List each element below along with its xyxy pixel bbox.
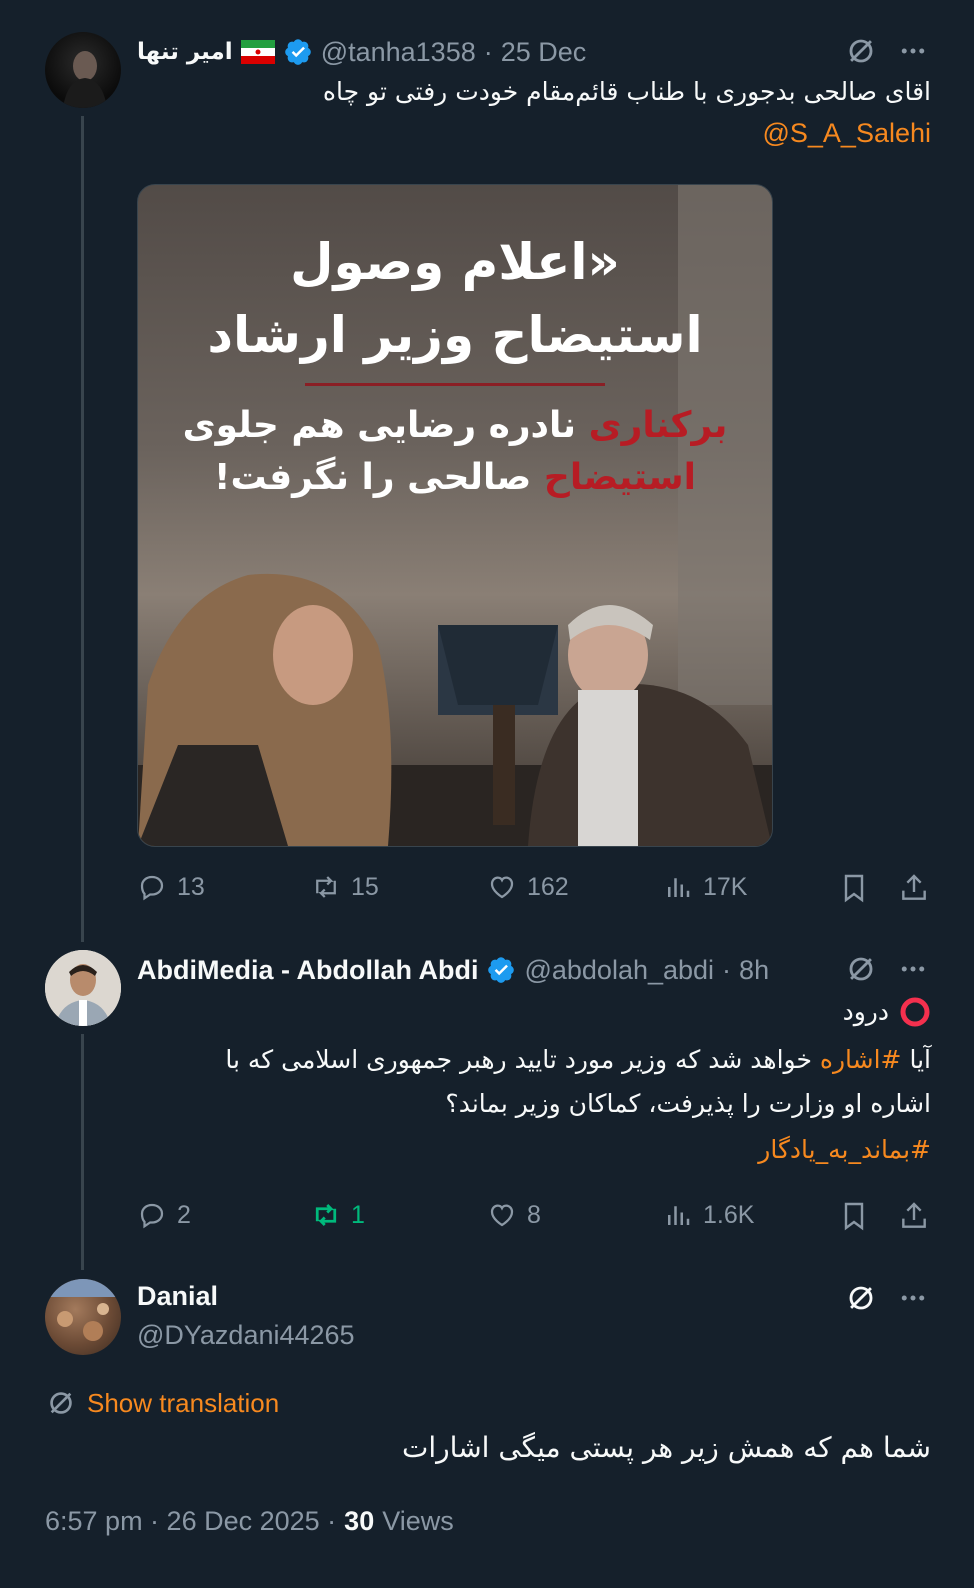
like-icon (490, 876, 514, 899)
image-headline-1: «اعلام وصول (290, 233, 620, 291)
avatar-tweet-2[interactable] (45, 950, 121, 1026)
show-translation-button[interactable]: Show translation (45, 1387, 279, 1419)
hashtag-link[interactable]: #بماند_به_یادگار (137, 1128, 931, 1172)
tweet-2-line-2: اشاره او وزارت را پذیرفت، کماکان وزیر بم… (445, 1089, 931, 1118)
tweet-2-greeting: درود (137, 990, 931, 1034)
views-button[interactable]: 1.6K (663, 1200, 754, 1230)
reply-count: 13 (177, 872, 205, 901)
show-translation-label: Show translation (87, 1387, 280, 1418)
author-handle[interactable]: @abdolah_abdi (524, 955, 714, 986)
reply-count: 2 (177, 1200, 191, 1229)
retweet-button[interactable]: 1 (311, 1200, 365, 1230)
separator-dot: · (483, 36, 493, 67)
more-icon[interactable] (896, 954, 930, 984)
views-count: 30 (344, 1506, 375, 1536)
tweet-2-line-1: آیا #اشاره خواهد شد که وزیر مورد تایید ر… (137, 1038, 931, 1082)
avatar-tweet-1[interactable] (45, 32, 121, 108)
retweet-count: 1 (351, 1200, 365, 1229)
share-icon[interactable] (898, 872, 930, 904)
line1-post: خواهد شد که وزیر مورد تایید رهبر جمهوری … (225, 1045, 812, 1074)
tweet-3-text: شما هم که همش زیر هر پستی میگی اشارات (402, 1431, 931, 1464)
reply-icon (140, 875, 164, 901)
thread-line (81, 116, 84, 942)
more-icon[interactable] (896, 36, 930, 66)
reply-button[interactable]: 2 (137, 1200, 191, 1230)
timestamp[interactable]: 6:57 pm · 26 Dec 2025 · (45, 1506, 336, 1537)
hashtag-link[interactable]: #اشاره (820, 1045, 902, 1074)
tweet-image[interactable]: «اعلام وصول استیضاح وزیر ارشاد برکناری ن… (137, 184, 773, 847)
views-icon (668, 1206, 690, 1225)
author-name[interactable]: امیر تنها (137, 39, 233, 65)
grok-icon[interactable] (844, 952, 878, 986)
reply-icon (140, 1203, 164, 1229)
tweet-date[interactable]: 25 Dec (501, 37, 587, 68)
like-button[interactable]: 162 (487, 872, 569, 902)
avatar-tweet-3[interactable] (45, 1279, 121, 1355)
retweet-icon (315, 1204, 337, 1226)
verified-badge-icon[interactable] (283, 37, 313, 67)
image-sub-1-white: نادره رضایی هم جلوی (182, 405, 577, 446)
views-label: Views (382, 1506, 454, 1536)
thread-line (81, 1034, 84, 1270)
views-icon (668, 878, 690, 897)
more-icon[interactable] (896, 1283, 930, 1313)
reply-button[interactable]: 13 (137, 872, 205, 902)
grok-icon[interactable] (844, 1281, 878, 1315)
red-circle-icon (900, 997, 930, 1027)
tweet-3-meta: 6:57 pm · 26 Dec 2025 · 30 Views (45, 1506, 454, 1537)
like-icon (490, 1204, 514, 1227)
iran-flag-icon (240, 40, 275, 64)
image-sub-2-white: صالحی را نگرفت! (214, 457, 532, 498)
views-button[interactable]: 17K (663, 872, 747, 902)
like-button[interactable]: 8 (487, 1200, 541, 1230)
like-count: 8 (527, 1200, 541, 1229)
views-count: 17K (703, 872, 748, 901)
tweet-2-header: AbdiMedia - Abdollah Abdi @abdolah_abdi … (137, 950, 769, 990)
retweet-count: 15 (351, 872, 379, 901)
views-count: 1.6K (703, 1200, 755, 1229)
grok-icon[interactable] (844, 34, 878, 68)
image-headline-2: استیضاح وزیر ارشاد (207, 306, 703, 364)
separator-dot: · (722, 954, 732, 985)
retweet-icon (316, 876, 336, 898)
share-icon[interactable] (898, 1200, 930, 1232)
author-handle[interactable]: @DYazdani44265 (137, 1320, 355, 1351)
tweet-1-text: اقای صالحی بدجوری با طناب قائم‌مقام خودت… (322, 77, 931, 106)
bookmark-icon[interactable] (838, 1200, 870, 1232)
like-count: 162 (527, 872, 569, 901)
bookmark-icon[interactable] (838, 872, 870, 904)
author-handle[interactable]: @tanha1358 (321, 37, 476, 68)
greeting-text: درود (842, 997, 889, 1026)
tweet-1-header: امیر تنها @tanha1358 · 25 Dec (137, 32, 586, 72)
tweet-date[interactable]: 8h (739, 955, 769, 986)
translate-icon (50, 1392, 72, 1414)
verified-badge-icon[interactable] (486, 955, 516, 985)
line1-pre: آیا (909, 1045, 931, 1074)
mention-link[interactable]: @S_A_Salehi (762, 118, 931, 149)
author-name[interactable]: AbdiMedia - Abdollah Abdi (137, 955, 478, 986)
image-sub-2-red: استیضاح (543, 457, 696, 498)
retweet-button[interactable]: 15 (311, 872, 379, 902)
image-sub-1-red: برکناری (588, 405, 728, 446)
author-name[interactable]: Danial (137, 1281, 218, 1312)
image-divider (305, 383, 605, 386)
